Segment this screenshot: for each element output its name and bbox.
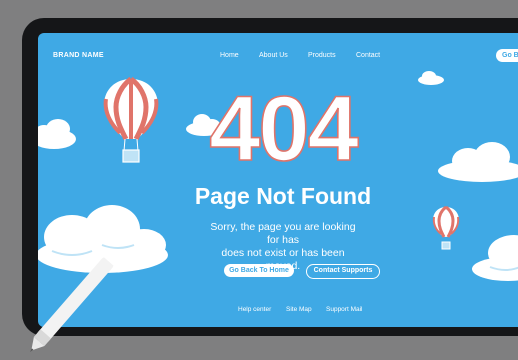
go-back-home-button[interactable]: Go Back To Home	[224, 264, 294, 277]
error-code: 404	[208, 78, 359, 180]
hot-air-balloon-small-icon	[432, 206, 460, 250]
nav-products[interactable]: Products	[308, 52, 336, 59]
nav-contact[interactable]: Contact	[356, 52, 380, 59]
nav-home[interactable]: Home	[220, 52, 239, 59]
cloud-right-lower	[472, 235, 518, 281]
contact-supports-button[interactable]: Contact Supports	[306, 264, 380, 279]
footer-help-center[interactable]: Help center	[238, 306, 271, 313]
footer-site-map[interactable]: Site Map	[286, 306, 312, 313]
nav-about-us[interactable]: About Us	[259, 52, 288, 59]
footer-support-mail[interactable]: Support Mail	[326, 306, 363, 313]
landing-screen: BRAND NAME Home About Us Products Contac…	[38, 33, 518, 327]
nav-cta-button[interactable]: Go B	[496, 49, 518, 62]
page-title: Page Not Found	[194, 183, 372, 209]
error-message-line-1: Sorry, the page you are looking for has	[210, 221, 356, 246]
